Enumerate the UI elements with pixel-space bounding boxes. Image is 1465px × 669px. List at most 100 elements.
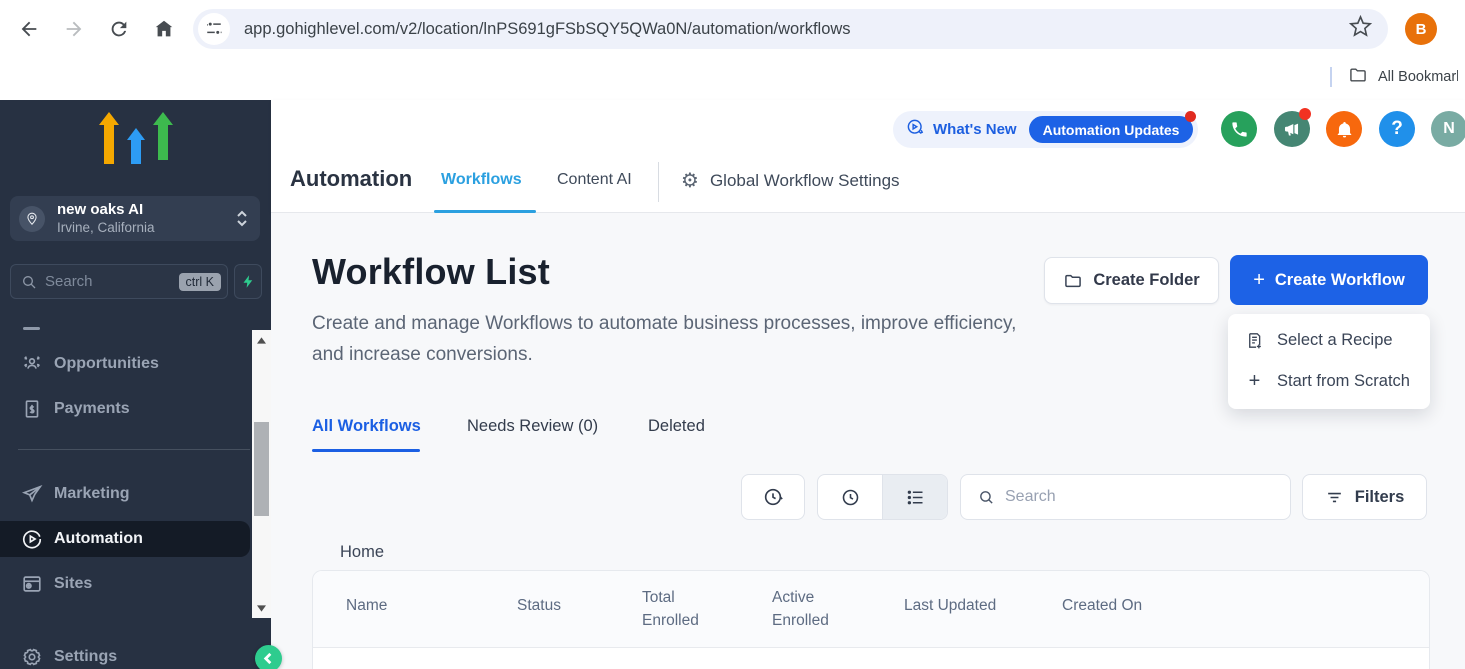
search-icon <box>21 274 37 290</box>
bookmarks-bar: All Bookmarks <box>0 58 1465 95</box>
back-icon[interactable] <box>12 12 46 46</box>
automation-updates-button[interactable]: Automation Updates <box>1029 116 1194 143</box>
scroll-up-icon[interactable] <box>252 330 271 350</box>
column-header-status: Status <box>517 597 561 615</box>
sidebar-item-sites[interactable]: Sites <box>0 566 250 602</box>
announcements-button[interactable] <box>1274 111 1310 147</box>
tab-content-ai[interactable]: Content AI <box>557 171 632 189</box>
megaphone-icon <box>1283 120 1302 139</box>
global-workflow-settings-button[interactable]: ⚙ Global Workflow Settings <box>681 168 900 193</box>
whats-new-icon <box>906 118 925 142</box>
forward-icon[interactable] <box>57 12 91 46</box>
settings-gear-icon <box>20 646 43 669</box>
workflow-search[interactable] <box>960 474 1291 520</box>
whats-new-button[interactable]: What's New Automation Updates <box>893 111 1198 148</box>
workflow-search-input[interactable] <box>1005 488 1290 506</box>
menu-item-start-scratch[interactable]: + Start from Scratch <box>1228 361 1430 402</box>
bookmarks-folder-icon <box>1348 65 1368 90</box>
sidebar: new oaks AI Irvine, California ctrl K Op… <box>0 100 271 669</box>
gear-icon: ⚙ <box>681 168 699 193</box>
column-header-total-enrolled: Total Enrolled <box>642 586 714 632</box>
marketing-icon <box>20 483 43 506</box>
page-description: Create and manage Workflows to automate … <box>312 308 1017 370</box>
recipe-icon <box>1245 331 1264 350</box>
home-icon[interactable] <box>147 12 181 46</box>
sidebar-collapse-button[interactable] <box>255 645 282 669</box>
bookmark-star-icon[interactable] <box>1349 15 1372 43</box>
location-switcher[interactable]: new oaks AI Irvine, California <box>10 196 260 241</box>
notifications-button[interactable] <box>1326 111 1362 147</box>
sidebar-item-label: Automation <box>54 530 143 548</box>
create-workflow-button[interactable]: + Create Workflow <box>1230 255 1428 305</box>
history-view-button[interactable] <box>818 475 882 519</box>
chevron-left-icon <box>262 652 275 665</box>
lightning-icon <box>241 274 256 289</box>
sidebar-item-automation[interactable]: Automation <box>0 521 250 557</box>
sidebar-item-payments[interactable]: Payments <box>0 391 250 427</box>
create-workflow-label: Create Workflow <box>1275 271 1405 290</box>
screen: app.gohighlevel.com/v2/location/lnPS691g… <box>0 0 1465 669</box>
sidebar-item-marketing[interactable]: Marketing <box>0 476 250 512</box>
plus-icon: + <box>1253 270 1265 290</box>
site-settings-icon[interactable] <box>198 13 230 45</box>
view-toggle <box>817 474 948 520</box>
header-divider <box>658 162 659 202</box>
plus-icon: + <box>1245 370 1264 393</box>
scroll-down-icon[interactable] <box>252 598 271 618</box>
main-content: Workflow List Create and manage Workflow… <box>271 213 1465 669</box>
user-avatar[interactable]: N <box>1431 111 1465 147</box>
sidebar-item-opportunities[interactable]: Opportunities <box>0 346 250 382</box>
notification-dot <box>1299 108 1311 120</box>
notification-dot <box>1185 111 1196 122</box>
tab-all-workflows[interactable]: All Workflows <box>312 417 421 436</box>
automation-updates-label: Automation Updates <box>1043 122 1180 138</box>
shortcut-badge: ctrl K <box>179 273 221 291</box>
phone-icon <box>1230 120 1249 139</box>
sidebar-item-label: Marketing <box>54 485 130 503</box>
sidebar-search-input[interactable] <box>45 273 179 290</box>
tab-needs-review[interactable]: Needs Review (0) <box>467 417 598 436</box>
all-bookmarks-label[interactable]: All Bookmarks <box>1378 69 1458 85</box>
execution-logs-button[interactable] <box>741 474 805 520</box>
breadcrumb-home[interactable]: Home <box>340 543 384 562</box>
location-name: new oaks AI <box>57 201 236 219</box>
list-view-button[interactable] <box>883 475 947 519</box>
reload-icon[interactable] <box>102 12 136 46</box>
location-city: Irvine, California <box>57 219 236 236</box>
column-header-active-enrolled: Active Enrolled <box>772 586 844 632</box>
browser-profile-avatar[interactable]: B <box>1405 13 1437 45</box>
scrollbar-thumb[interactable] <box>254 422 269 516</box>
sidebar-item-settings[interactable]: Settings <box>0 639 250 669</box>
page-title: Workflow List <box>312 251 550 293</box>
opportunities-icon <box>20 353 43 376</box>
sidebar-item-label: Payments <box>54 400 130 418</box>
tab-workflows[interactable]: Workflows <box>441 171 522 189</box>
page-section-title: Automation <box>290 166 412 192</box>
gohighlevel-logo <box>99 112 173 170</box>
create-folder-button[interactable]: Create Folder <box>1044 257 1219 304</box>
tab-deleted[interactable]: Deleted <box>648 417 705 436</box>
sidebar-scrollbar[interactable] <box>252 330 271 618</box>
app-header: What's New Automation Updates ? N Automa… <box>271 100 1465 213</box>
quick-actions-button[interactable] <box>234 264 262 299</box>
menu-item-label: Start from Scratch <box>1277 372 1410 391</box>
column-header-last-updated: Last Updated <box>904 597 996 615</box>
clock-icon <box>840 487 861 508</box>
clipped-menu-item <box>23 327 40 330</box>
address-bar[interactable]: app.gohighlevel.com/v2/location/lnPS691g… <box>193 9 1388 49</box>
menu-item-select-recipe[interactable]: Select a Recipe <box>1228 320 1430 361</box>
phone-button[interactable] <box>1221 111 1257 147</box>
sidebar-search[interactable]: ctrl K <box>10 264 228 299</box>
sidebar-item-label: Opportunities <box>54 355 159 373</box>
workflow-table: Name Status Total Enrolled Active Enroll… <box>312 570 1430 669</box>
help-button[interactable]: ? <box>1379 111 1415 147</box>
url-text[interactable]: app.gohighlevel.com/v2/location/lnPS691g… <box>244 20 1349 39</box>
bookmarks-divider <box>1330 67 1332 87</box>
automation-icon <box>20 528 43 551</box>
folder-icon <box>1063 271 1083 291</box>
list-icon <box>905 487 926 508</box>
table-header-row: Name Status Total Enrolled Active Enroll… <box>313 571 1429 648</box>
sidebar-item-label: Sites <box>54 575 92 593</box>
filters-button[interactable]: Filters <box>1302 474 1427 520</box>
sites-icon <box>20 573 43 596</box>
